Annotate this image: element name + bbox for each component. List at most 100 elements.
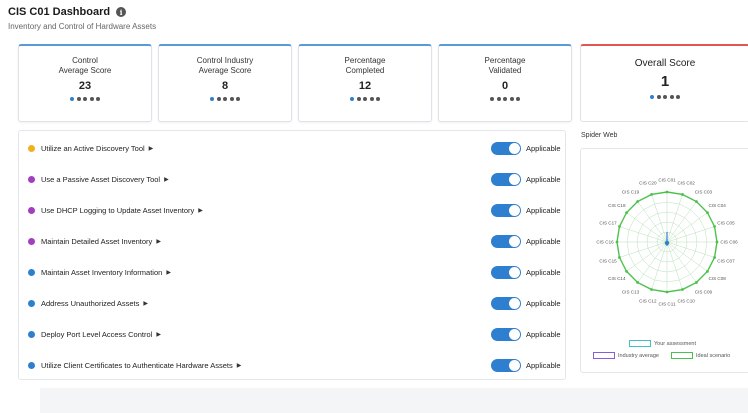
status-dot-icon (28, 176, 35, 183)
axis-label: CIS C01 (658, 178, 676, 183)
safeguard-row[interactable]: Deploy Port Level Access Control ▶ Applica… (19, 319, 567, 350)
safeguard-title[interactable]: Use a Passive Asset Discovery Tool (41, 175, 160, 184)
axis-label: CIS C11 (658, 302, 675, 307)
toggle-knob (509, 236, 520, 247)
info-icon[interactable]: i (116, 7, 127, 17)
axis-line (637, 201, 668, 243)
axis-line (666, 241, 708, 272)
axis-label: CIS C16 (596, 240, 614, 245)
pager-dots[interactable] (581, 95, 748, 99)
caret-right-icon[interactable]: ▶ (237, 362, 242, 369)
axis-label: CIS C07 (717, 259, 735, 264)
axis-label: CIS C02 (677, 181, 695, 186)
applicable-label: Applicable (526, 299, 561, 308)
applicable-label: Applicable (526, 206, 561, 215)
card-value: 12 (358, 80, 372, 92)
status-dot-icon (28, 269, 35, 276)
card-label: Percentage (484, 56, 526, 65)
status-dot-icon (28, 300, 35, 307)
axis-line (666, 241, 715, 258)
axis-line (651, 241, 668, 290)
safeguard-title[interactable]: Address Unauthorized Assets (41, 299, 139, 308)
pager-dots[interactable] (159, 97, 291, 101)
safeguard-title[interactable]: Utilize an Active Discovery Tool (41, 144, 145, 153)
caret-right-icon[interactable]: ▶ (156, 238, 161, 245)
axis-line (626, 241, 668, 272)
legend-label: Ideal scenario (696, 352, 731, 359)
footer-bar (40, 388, 748, 413)
axis-label: CIS C09 (695, 290, 713, 295)
card-label: Control Industry (196, 56, 254, 65)
safeguard-row[interactable]: Use DHCP Logging to Update Asset Invento… (19, 195, 567, 226)
safeguard-title[interactable]: Use DHCP Logging to Update Asset Invento… (41, 206, 194, 215)
axis-line (637, 241, 668, 283)
card-label: Control (72, 56, 98, 65)
axis-line (666, 241, 697, 283)
pager-dots[interactable] (19, 97, 151, 101)
applicable-label: Applicable (526, 144, 561, 153)
toggle-knob (509, 329, 520, 340)
safeguard-row[interactable]: Maintain Asset Inventory Information ▶ App… (19, 257, 567, 288)
axis-label: CIS C04 (708, 203, 726, 208)
caret-right-icon[interactable]: ▶ (198, 207, 203, 214)
axis-line (666, 201, 697, 243)
legend-label: Your assessment (654, 340, 696, 347)
applicable-toggle[interactable] (491, 173, 521, 186)
toggle-knob (509, 267, 520, 278)
toggle-knob (509, 205, 520, 216)
safeguard-title[interactable]: Maintain Asset Inventory Information (41, 268, 162, 277)
safeguard-row[interactable]: Use a Passive Asset Discovery Tool ▶ Appli… (19, 164, 567, 195)
caret-right-icon[interactable]: ▶ (156, 331, 161, 338)
legend-ideal-scenario[interactable]: Ideal scenario (671, 352, 730, 359)
card-label: Average Score (58, 66, 112, 75)
card-value: 8 (221, 80, 229, 92)
legend-label: Industry average (618, 352, 659, 359)
your-assessment-center (664, 240, 670, 246)
card-label: Validated (488, 66, 522, 75)
axis-label: CIS C03 (695, 189, 713, 194)
applicable-toggle[interactable] (491, 266, 521, 279)
applicable-toggle[interactable] (491, 235, 521, 248)
safeguard-row[interactable]: Utilize Client Certificates to Authentic… (19, 350, 567, 381)
axis-label: CIS C20 (639, 181, 657, 186)
legend-swatch (671, 352, 693, 359)
toggle-knob (509, 174, 520, 185)
safeguard-row[interactable]: Utilize an Active Discovery Tool ▶ Applica… (19, 133, 567, 164)
status-dot-icon (28, 331, 35, 338)
safeguard-row[interactable]: Address Unauthorized Assets ▶ Applicable (19, 288, 567, 319)
page-subtitle: Inventory and Control of Hardware Assets (8, 22, 157, 31)
legend-swatch (593, 352, 615, 359)
pager-dots[interactable] (299, 97, 431, 101)
safeguard-title[interactable]: Deploy Port Level Access Control (41, 330, 152, 339)
spider-web-title: Spider Web (581, 132, 618, 139)
axis-label: CIS C19 (622, 189, 640, 194)
axis-label: CIS C06 (720, 240, 738, 245)
axis-line (666, 241, 683, 290)
safeguard-list: Utilize an Active Discovery Tool ▶ Applica… (18, 130, 566, 380)
legend-your-assessment[interactable]: Your assessment (629, 340, 696, 347)
axis-label: CIS C14 (608, 276, 626, 281)
applicable-label: Applicable (526, 361, 561, 370)
caret-right-icon[interactable]: ▶ (149, 145, 154, 152)
applicable-toggle[interactable] (491, 142, 521, 155)
legend-industry-average[interactable]: Industry average (593, 352, 659, 359)
card-value: 23 (78, 80, 92, 92)
axis-line (666, 226, 715, 243)
safeguard-row[interactable]: Maintain Detailed Asset Inventory ▶ Applic… (19, 226, 567, 257)
caret-right-icon[interactable]: ▶ (166, 269, 171, 276)
applicable-toggle[interactable] (491, 297, 521, 310)
safeguard-title[interactable]: Utilize Client Certificates to Authentic… (41, 361, 233, 370)
status-dot-icon (28, 207, 35, 214)
spider-web-chart: CIS C01 CIS C02 CIS C03 CIS C04 CIS C05 CIS C… (580, 148, 748, 373)
page-title: CIS C01 Dashboard (8, 6, 111, 18)
applicable-toggle[interactable] (491, 204, 521, 217)
caret-right-icon[interactable]: ▶ (143, 300, 148, 307)
status-dot-icon (28, 145, 35, 152)
axis-line (619, 241, 668, 258)
applicable-toggle[interactable] (491, 359, 521, 372)
safeguard-title[interactable]: Maintain Detailed Asset Inventory (41, 237, 152, 246)
card-label: Percentage (344, 56, 386, 65)
pager-dots[interactable] (439, 97, 571, 101)
applicable-toggle[interactable] (491, 328, 521, 341)
caret-right-icon[interactable]: ▶ (164, 176, 169, 183)
